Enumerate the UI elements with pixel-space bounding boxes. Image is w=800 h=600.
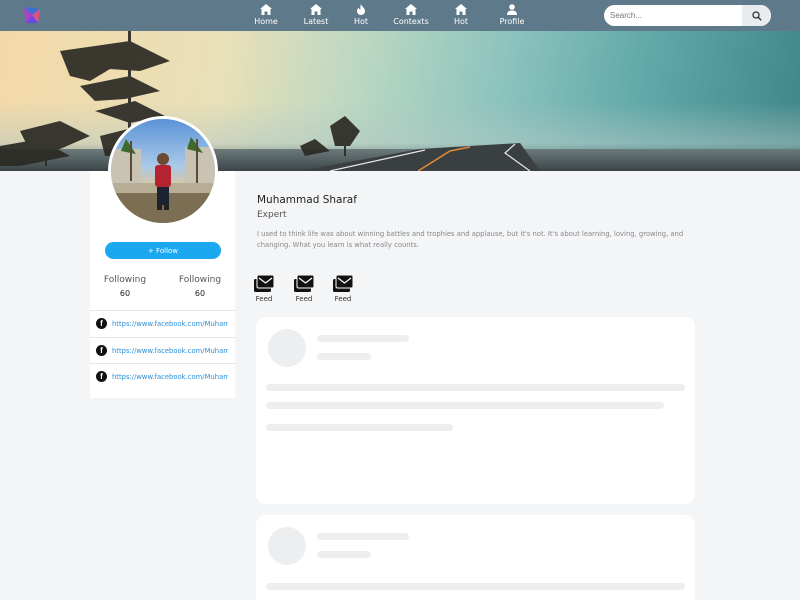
nav-item-label: Hot (453, 17, 469, 26)
feed-icon (333, 275, 353, 292)
nav-item-label: Hot (353, 17, 369, 26)
nav-item-hot[interactable]: Hot (346, 0, 376, 31)
home-icon (310, 4, 322, 15)
profile-bio: I used to think life was about winning b… (257, 230, 684, 249)
stat-label: Following (178, 275, 222, 285)
top-nav: Home Latest Hot Contexts Hot Profile (0, 0, 800, 31)
home-icon (260, 4, 272, 15)
social-link[interactable]: https://www.facebook.com/Muhammad (112, 347, 228, 355)
facebook-icon: f (96, 371, 107, 382)
tab-label: Feed (334, 295, 352, 303)
stat-following[interactable]: Following 60 (95, 275, 155, 298)
post-skeleton-card (256, 515, 695, 600)
skeleton-line (317, 551, 371, 558)
nav-item-label: Profile (499, 17, 525, 26)
skeleton-line (266, 402, 664, 409)
nav-item-label: Contexts (393, 17, 429, 26)
skeleton-avatar (268, 527, 306, 565)
post-skeleton-card (256, 317, 695, 504)
skeleton-line (317, 353, 371, 360)
stat-value: 60 (194, 289, 206, 298)
tab-feed-3[interactable]: Feed (331, 275, 355, 303)
nav-item-latest[interactable]: Latest (286, 0, 346, 31)
nav-item-label: Home (254, 17, 278, 26)
feed-icon (294, 275, 314, 292)
search-icon (751, 10, 762, 21)
social-link-row: f https://www.facebook.com/Muhammad (90, 310, 235, 336)
search-button[interactable] (742, 5, 771, 26)
social-link-row: f https://www.facebook.com/Muhammad (90, 337, 235, 363)
skeleton-line (266, 583, 685, 590)
social-link-row: f https://www.facebook.com/Muhammad (90, 363, 235, 389)
avatar[interactable] (108, 116, 218, 226)
stat-following-2[interactable]: Following 60 (170, 275, 230, 298)
home-icon (455, 4, 467, 15)
social-link[interactable]: https://www.facebook.com/Muhammad (112, 373, 228, 381)
nav-item-label: Latest (303, 17, 329, 26)
facebook-icon: f (96, 318, 107, 329)
skeleton-line (317, 335, 409, 342)
follow-button[interactable]: + Follow (105, 242, 221, 259)
tab-label: Feed (255, 295, 273, 303)
tab-feed-2[interactable]: Feed (292, 275, 316, 303)
profile-role: Expert (257, 210, 287, 220)
avatar-photo (111, 119, 215, 223)
nav-item-home[interactable]: Home (248, 0, 284, 31)
search-input[interactable] (604, 5, 742, 26)
nav-menu: Home Latest Hot Contexts Hot Profile (248, 0, 540, 31)
feed-icon (254, 275, 274, 292)
skeleton-line (317, 533, 409, 540)
nav-item-profile[interactable]: Profile (484, 0, 540, 31)
fire-icon (357, 4, 365, 15)
skeleton-line (266, 384, 685, 391)
stat-value: 60 (119, 289, 131, 298)
social-link[interactable]: https://www.facebook.com/Muhammad (112, 320, 228, 328)
logo-icon[interactable] (22, 5, 42, 25)
skeleton-line (266, 424, 453, 431)
tab-feed[interactable]: Feed (252, 275, 276, 303)
skeleton-avatar (268, 329, 306, 367)
user-icon (507, 4, 517, 15)
tab-label: Feed (295, 295, 313, 303)
profile-name: Muhammad Sharaf (257, 194, 357, 206)
search-box (604, 5, 771, 26)
nav-item-contexts[interactable]: Contexts (378, 0, 444, 31)
nav-item-hot-2[interactable]: Hot (444, 0, 478, 31)
facebook-icon: f (96, 345, 107, 356)
stat-label: Following (103, 275, 147, 285)
home-icon (405, 4, 417, 15)
